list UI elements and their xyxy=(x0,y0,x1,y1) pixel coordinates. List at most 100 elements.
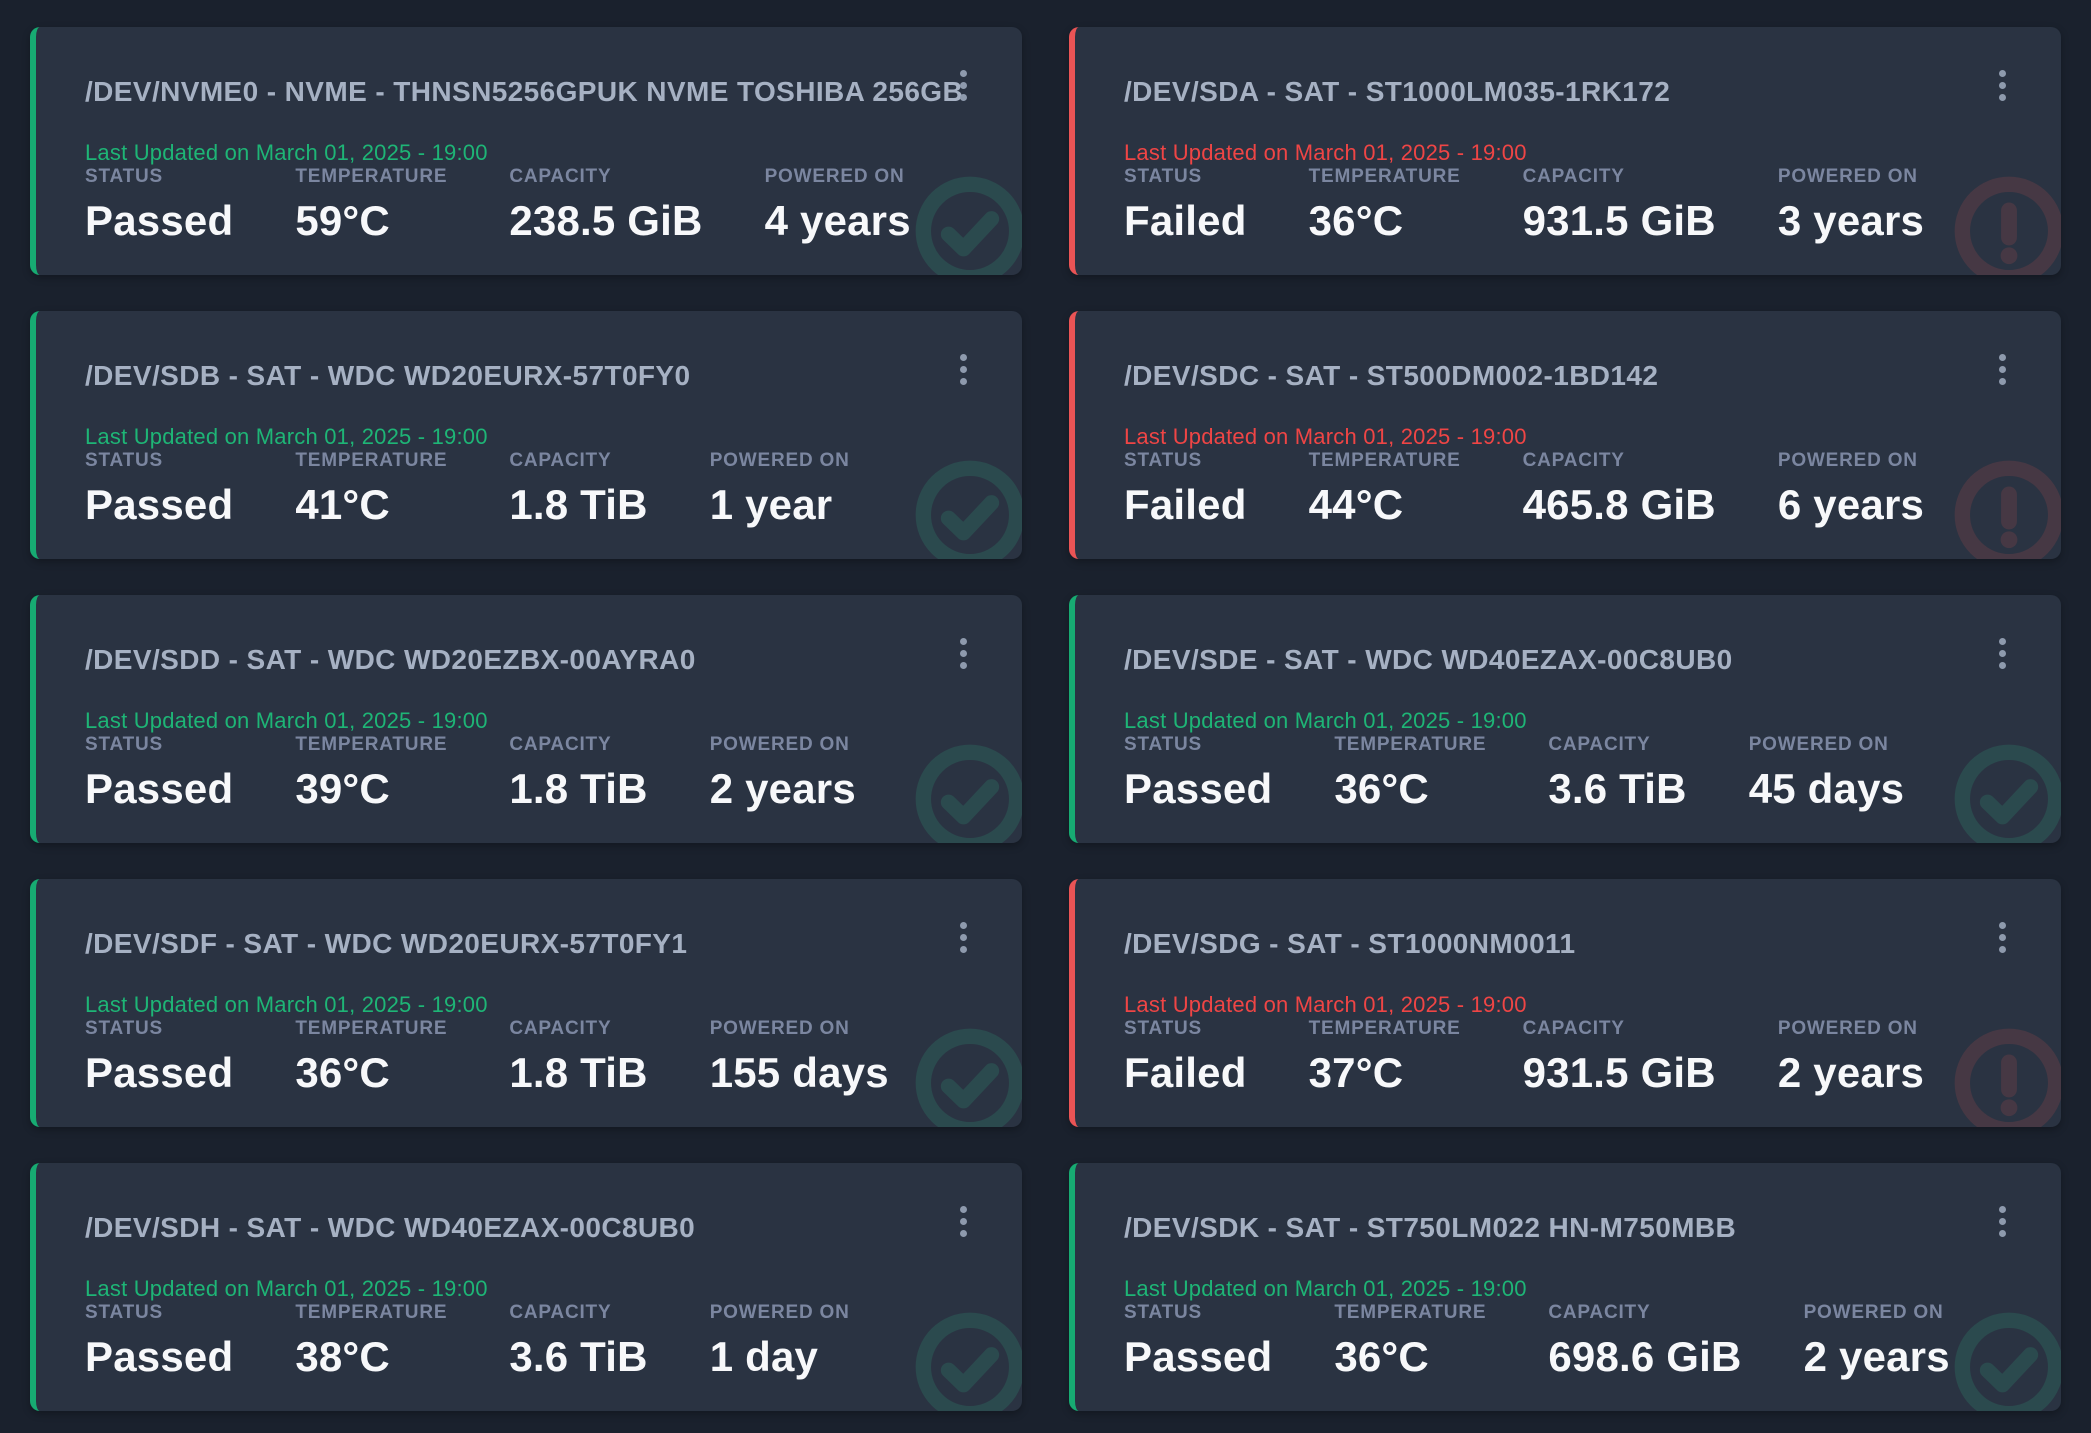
stat-label: TEMPERATURE xyxy=(295,734,447,756)
last-updated-text: Last Updated on March 01, 2025 - 19:00 xyxy=(85,424,912,450)
stats-row: STATUS Passed TEMPERATURE 39°C CAPACITY … xyxy=(85,734,912,813)
stat-temperature: TEMPERATURE 39°C xyxy=(295,734,447,813)
stat-powered-on: POWERED ON 45 days xyxy=(1749,734,1905,813)
stat-temperature: TEMPERATURE 37°C xyxy=(1309,1018,1461,1097)
powered-on-value: 2 years xyxy=(1778,1049,1924,1097)
stat-label: STATUS xyxy=(1124,1018,1247,1040)
last-updated-text: Last Updated on March 01, 2025 - 19:00 xyxy=(1124,1276,1951,1302)
stat-label: STATUS xyxy=(85,1302,233,1324)
temperature-value: 41°C xyxy=(295,481,447,529)
kebab-icon xyxy=(1999,922,2006,929)
drive-card[interactable]: /DEV/SDA - SAT - ST1000LM035-1RK172 Last… xyxy=(1069,27,2061,275)
drive-card[interactable]: /DEV/SDH - SAT - WDC WD40EZAX-00C8UB0 La… xyxy=(30,1163,1022,1411)
last-updated-text: Last Updated on March 01, 2025 - 19:00 xyxy=(85,708,912,734)
stat-capacity: CAPACITY 931.5 GiB xyxy=(1523,166,1716,245)
stat-label: POWERED ON xyxy=(1804,1302,1950,1324)
temperature-value: 36°C xyxy=(1309,197,1461,245)
kebab-menu-button[interactable] xyxy=(1985,349,2019,389)
stat-label: TEMPERATURE xyxy=(1334,1302,1486,1324)
temperature-value: 44°C xyxy=(1309,481,1461,529)
capacity-value: 1.8 TiB xyxy=(509,1049,647,1097)
stat-label: CAPACITY xyxy=(1523,1018,1716,1040)
stat-label: POWERED ON xyxy=(710,450,850,472)
kebab-menu-button[interactable] xyxy=(946,917,980,957)
drive-card[interactable]: /DEV/SDB - SAT - WDC WD20EURX-57T0FY0 La… xyxy=(30,311,1022,559)
stats-row: STATUS Failed TEMPERATURE 37°C CAPACITY … xyxy=(1124,1018,1951,1097)
drive-card[interactable]: /DEV/SDK - SAT - ST750LM022 HN-M750MBB L… xyxy=(1069,1163,2061,1411)
stat-label: POWERED ON xyxy=(1778,450,1924,472)
stat-label: CAPACITY xyxy=(509,1018,647,1040)
stat-status: STATUS Passed xyxy=(1124,1302,1272,1381)
capacity-value: 3.6 TiB xyxy=(1548,765,1686,813)
kebab-menu-button[interactable] xyxy=(1985,633,2019,673)
error-circle-icon xyxy=(1953,1027,2061,1127)
drive-card[interactable]: /DEV/NVME0 - NVME - THNSN5256GPUK NVME T… xyxy=(30,27,1022,275)
stat-label: CAPACITY xyxy=(1548,734,1686,756)
stat-powered-on: POWERED ON 4 years xyxy=(765,166,911,245)
stat-powered-on: POWERED ON 1 year xyxy=(710,450,850,529)
kebab-icon xyxy=(1999,70,2006,77)
kebab-menu-button[interactable] xyxy=(1985,65,2019,105)
stat-capacity: CAPACITY 698.6 GiB xyxy=(1548,1302,1741,1381)
stat-status: STATUS Passed xyxy=(85,1018,233,1097)
kebab-icon xyxy=(1999,638,2006,645)
powered-on-value: 1 day xyxy=(710,1333,850,1381)
drive-card[interactable]: /DEV/SDG - SAT - ST1000NM0011 Last Updat… xyxy=(1069,879,2061,1127)
stats-row: STATUS Passed TEMPERATURE 38°C CAPACITY … xyxy=(85,1302,912,1381)
kebab-icon xyxy=(960,354,967,361)
error-circle-icon xyxy=(1953,459,2061,559)
capacity-value: 931.5 GiB xyxy=(1523,1049,1716,1097)
stat-temperature: TEMPERATURE 44°C xyxy=(1309,450,1461,529)
kebab-menu-button[interactable] xyxy=(946,633,980,673)
stat-powered-on: POWERED ON 1 day xyxy=(710,1302,850,1381)
stat-label: TEMPERATURE xyxy=(1309,1018,1461,1040)
stat-status: STATUS Passed xyxy=(85,450,233,529)
kebab-menu-button[interactable] xyxy=(1985,917,2019,957)
stat-capacity: CAPACITY 1.8 TiB xyxy=(509,1018,647,1097)
stat-temperature: TEMPERATURE 36°C xyxy=(1309,166,1461,245)
kebab-icon xyxy=(960,1206,967,1213)
last-updated-text: Last Updated on March 01, 2025 - 19:00 xyxy=(1124,140,1951,166)
status-value: Passed xyxy=(85,197,233,245)
kebab-menu-button[interactable] xyxy=(946,1201,980,1241)
stat-label: TEMPERATURE xyxy=(295,1302,447,1324)
drive-title: /DEV/SDE - SAT - WDC WD40EZAX-00C8UB0 xyxy=(1124,644,1951,676)
drive-card[interactable]: /DEV/SDC - SAT - ST500DM002-1BD142 Last … xyxy=(1069,311,2061,559)
kebab-menu-button[interactable] xyxy=(1985,1201,2019,1241)
stat-label: POWERED ON xyxy=(765,166,911,188)
last-updated-text: Last Updated on March 01, 2025 - 19:00 xyxy=(1124,708,1951,734)
drive-title: /DEV/SDF - SAT - WDC WD20EURX-57T0FY1 xyxy=(85,928,912,960)
stat-capacity: CAPACITY 1.8 TiB xyxy=(509,450,647,529)
check-circle-icon xyxy=(914,175,1022,275)
stat-label: POWERED ON xyxy=(1778,1018,1924,1040)
stat-label: STATUS xyxy=(1124,166,1247,188)
kebab-menu-button[interactable] xyxy=(946,349,980,389)
stat-status: STATUS Failed xyxy=(1124,166,1247,245)
temperature-value: 36°C xyxy=(1334,1333,1486,1381)
stat-powered-on: POWERED ON 155 days xyxy=(710,1018,889,1097)
stat-label: TEMPERATURE xyxy=(1309,166,1461,188)
drive-title: /DEV/SDB - SAT - WDC WD20EURX-57T0FY0 xyxy=(85,360,912,392)
powered-on-value: 4 years xyxy=(765,197,911,245)
drive-card[interactable]: /DEV/SDD - SAT - WDC WD20EZBX-00AYRA0 La… xyxy=(30,595,1022,843)
status-value: Passed xyxy=(85,481,233,529)
stat-label: STATUS xyxy=(85,1018,233,1040)
temperature-value: 36°C xyxy=(1334,765,1486,813)
drive-card[interactable]: /DEV/SDF - SAT - WDC WD20EURX-57T0FY1 La… xyxy=(30,879,1022,1127)
stat-status: STATUS Passed xyxy=(85,166,233,245)
stat-status: STATUS Failed xyxy=(1124,1018,1247,1097)
capacity-value: 238.5 GiB xyxy=(509,197,702,245)
drive-card[interactable]: /DEV/SDE - SAT - WDC WD40EZAX-00C8UB0 La… xyxy=(1069,595,2061,843)
stat-status: STATUS Passed xyxy=(85,734,233,813)
capacity-value: 1.8 TiB xyxy=(509,765,647,813)
stat-label: POWERED ON xyxy=(1778,166,1924,188)
stat-temperature: TEMPERATURE 36°C xyxy=(1334,1302,1486,1381)
stat-status: STATUS Passed xyxy=(85,1302,233,1381)
temperature-value: 38°C xyxy=(295,1333,447,1381)
capacity-value: 698.6 GiB xyxy=(1548,1333,1741,1381)
last-updated-text: Last Updated on March 01, 2025 - 19:00 xyxy=(85,992,912,1018)
kebab-menu-button[interactable] xyxy=(946,65,980,105)
drive-dashboard: /DEV/NVME0 - NVME - THNSN5256GPUK NVME T… xyxy=(0,0,2091,1433)
capacity-value: 1.8 TiB xyxy=(509,481,647,529)
stat-label: STATUS xyxy=(1124,734,1272,756)
